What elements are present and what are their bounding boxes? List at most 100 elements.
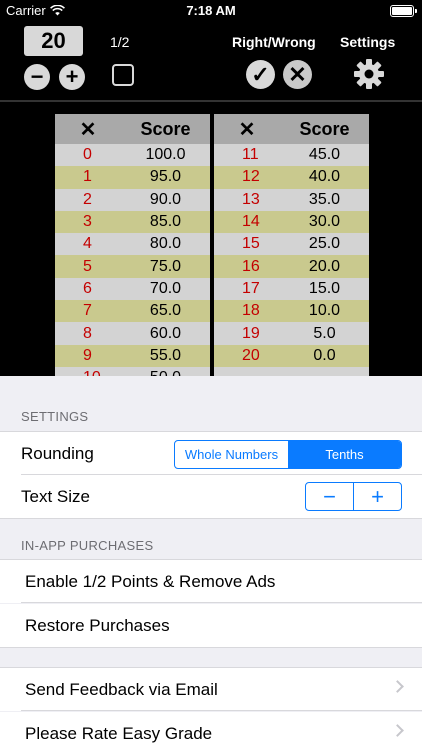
wrong-count: 3 — [83, 213, 92, 231]
wrong-count: 14 — [242, 213, 260, 231]
score-value: 30.0 — [308, 213, 341, 231]
wrong-count: 6 — [83, 279, 92, 297]
wrong-count: 9 — [83, 346, 92, 364]
gear-icon[interactable] — [353, 58, 385, 90]
wrong-count: 1 — [83, 168, 92, 186]
score-row: 11 45.0 — [214, 144, 369, 167]
wrong-count: 13 — [242, 190, 260, 208]
rounding-option-whole-numbers[interactable]: Whole Numbers — [175, 441, 288, 468]
rate-app-row[interactable]: Please Rate Easy Grade — [0, 712, 422, 750]
score-row: 9 55.0 — [55, 344, 210, 367]
settings-section-header: SETTINGS — [21, 409, 89, 424]
score-row: 4 80.0 — [55, 233, 210, 256]
score-value: 75.0 — [149, 257, 182, 275]
score-value: 70.0 — [149, 279, 182, 297]
wrong-column-header: ✕ — [238, 118, 256, 141]
score-value: 55.0 — [149, 346, 182, 364]
chevron-right-icon — [391, 724, 404, 737]
rounding-option-tenths[interactable]: Tenths — [288, 441, 401, 468]
score-value: 0.0 — [313, 346, 336, 364]
score-row: 6 70.0 — [55, 277, 210, 301]
wrong-count: 7 — [83, 302, 92, 320]
score-value: 80.0 — [149, 235, 182, 253]
text-size-stepper[interactable]: − + — [305, 482, 402, 511]
score-column-header: Score — [140, 118, 191, 139]
score-value: 45.0 — [308, 146, 341, 164]
score-row: 195.0 — [214, 322, 369, 345]
wrong-count: 11 — [242, 146, 259, 164]
score-column-header: Score — [299, 118, 350, 139]
empty-row — [214, 366, 369, 376]
send-feedback-row[interactable]: Send Feedback via Email — [0, 667, 422, 711]
score-value: 100.0 — [145, 146, 186, 164]
decrease-count-button[interactable]: − — [24, 64, 50, 90]
score-value: 85.0 — [149, 213, 182, 231]
wrong-count: 0 — [83, 146, 92, 164]
score-table-area[interactable]: ✕ Score 0 100.0 1 95.0 2 90.0 3 85.0 4 80.0 5 75.0 6… — [0, 100, 422, 376]
score-row: 2 90.0 — [55, 188, 210, 211]
score-value: 40.0 — [308, 168, 341, 186]
score-value: 60.0 — [149, 324, 182, 342]
right-wrong-label: Right/Wrong — [232, 34, 316, 50]
score-table-left: ✕ Score 0 100.0 1 95.0 2 90.0 3 85.0 4 80.0 5 75.0 6… — [55, 114, 210, 376]
score-table-header: ✕ Score — [55, 114, 210, 144]
grading-toolbar: 20 − + 1/2 Right/Wrong ✓ ✕ Settings — [0, 22, 422, 100]
score-row: 17 15.0 — [214, 277, 369, 301]
question-count-display[interactable]: 20 — [24, 26, 83, 56]
half-points-label: 1/2 — [110, 34, 130, 50]
score-row: 3 85.0 — [55, 210, 210, 234]
rounding-label: Rounding — [21, 444, 94, 463]
send-feedback-label: Send Feedback via Email — [25, 680, 218, 699]
score-table-header: ✕ Score — [214, 114, 369, 144]
score-value: 15.0 — [308, 279, 341, 297]
status-bar: Carrier 7:18 AM — [0, 0, 422, 22]
rate-app-label: Please Rate Easy Grade — [25, 724, 213, 743]
wrong-count: 12 — [242, 168, 260, 186]
settings-label: Settings — [340, 34, 396, 50]
score-row: 195.0 — [55, 166, 210, 189]
score-row: 15 25.0 — [214, 233, 369, 256]
wrong-count: 15 — [242, 235, 260, 253]
wrong-count: 18 — [242, 302, 260, 320]
score-value: 95.0 — [149, 168, 182, 186]
score-value: 35.0 — [308, 190, 341, 208]
wrong-column-header: ✕ — [79, 118, 97, 141]
score-value: 50.0 — [121, 369, 210, 376]
wrong-count: 16 — [242, 257, 260, 275]
wrong-count: 4 — [83, 235, 92, 253]
increase-count-button[interactable]: + — [59, 64, 85, 90]
chevron-right-icon — [391, 680, 404, 693]
settings-sheet: SETTINGS Rounding Whole Numbers Tenths T… — [0, 376, 422, 750]
score-row: 7 65.0 — [55, 300, 210, 323]
wrong-count: 20 — [242, 346, 260, 364]
wrong-count: 8 — [83, 324, 92, 342]
score-row: 1050.0 — [55, 366, 210, 376]
right-mode-button[interactable]: ✓ — [246, 60, 275, 89]
score-row: 13 35.0 — [214, 188, 369, 211]
wrong-mode-button[interactable]: ✕ — [283, 60, 312, 89]
wrong-count: 19 — [242, 324, 260, 342]
enable-half-points-label: Enable 1/2 Points & Remove Ads — [25, 572, 276, 591]
text-size-increase-button[interactable]: + — [354, 483, 401, 510]
score-value: 20.0 — [308, 257, 341, 275]
battery-icon — [390, 5, 417, 17]
wrong-count: 10 — [55, 369, 121, 376]
wrong-count: 17 — [242, 279, 260, 297]
text-size-decrease-button[interactable]: − — [306, 483, 353, 510]
status-time: 7:18 AM — [186, 3, 236, 18]
enable-half-points-row[interactable]: Enable 1/2 Points & Remove Ads — [0, 559, 422, 603]
score-table-right: ✕ Score 11 45.0 12 40.0 13 35.0 14 30.0 15 25.0 16… — [214, 114, 369, 376]
score-row: 12 40.0 — [214, 166, 369, 189]
score-value: 10.0 — [308, 302, 341, 320]
rounding-segmented-control[interactable]: Whole Numbers Tenths — [174, 440, 402, 469]
rounding-row: Rounding Whole Numbers Tenths — [0, 431, 422, 475]
restore-purchases-row[interactable]: Restore Purchases — [0, 604, 422, 648]
score-value: 90.0 — [149, 190, 182, 208]
score-row: 0 100.0 — [55, 144, 210, 167]
text-size-row: Text Size − + — [0, 475, 422, 519]
text-size-label: Text Size — [21, 487, 90, 506]
half-points-checkbox[interactable] — [112, 64, 134, 86]
wrong-count: 2 — [83, 190, 92, 208]
score-value: 65.0 — [149, 302, 182, 320]
score-row: 18 10.0 — [214, 300, 369, 323]
